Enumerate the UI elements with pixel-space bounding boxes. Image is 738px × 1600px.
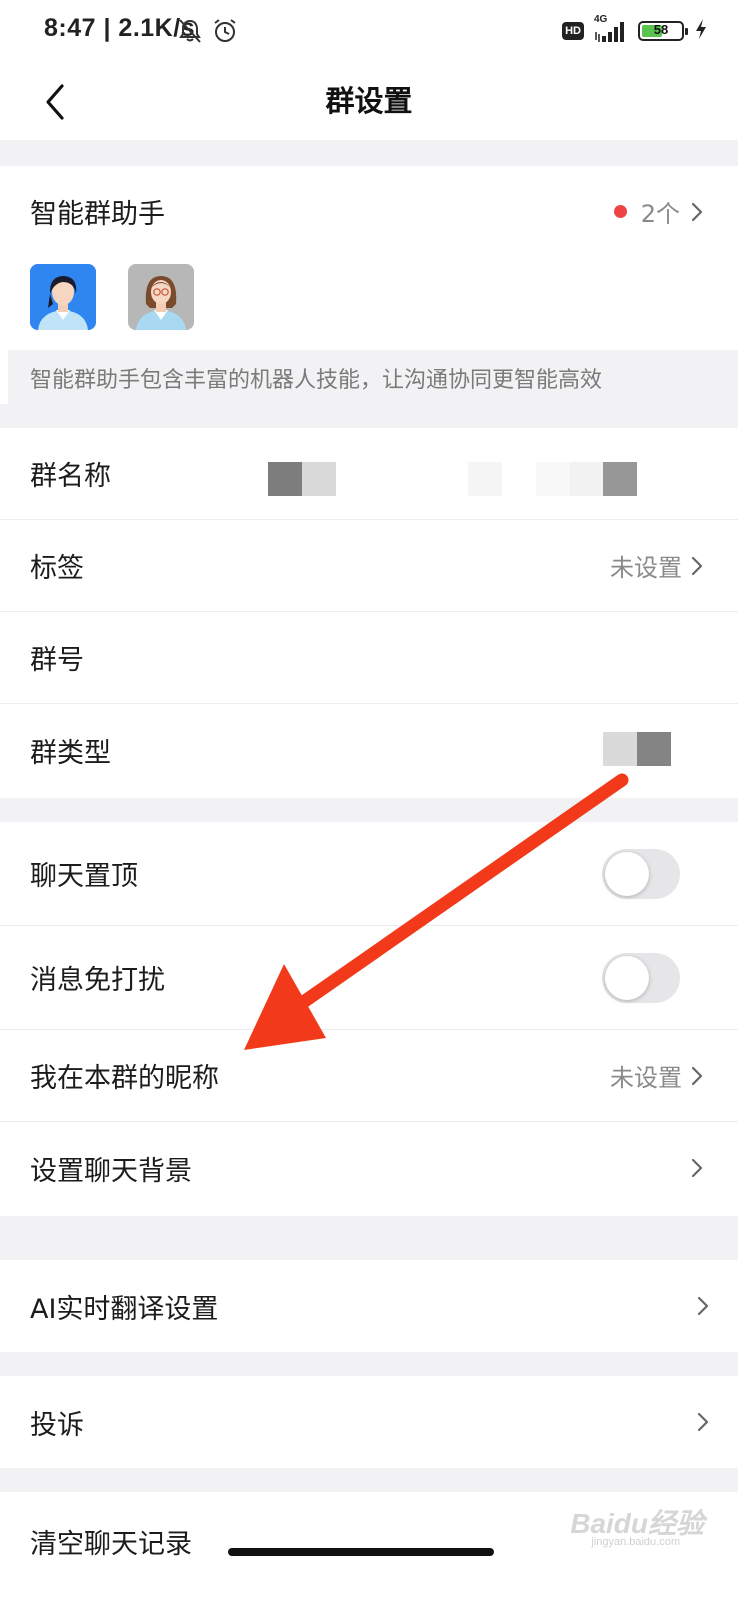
assistant-avatar-1[interactable]	[30, 264, 96, 330]
report-row[interactable]: 投诉	[0, 1376, 738, 1468]
redacted-block	[637, 732, 671, 766]
group-info-section: 群名称 标签 未设置 群号 群类型	[0, 428, 738, 798]
status-time: 8:47 | 2.1K/s	[44, 14, 196, 42]
redacted-block	[603, 462, 637, 496]
group-name-label: 群名称	[30, 461, 111, 492]
assistant-title: 智能群助手	[30, 199, 165, 230]
charging-icon	[694, 18, 708, 44]
tag-row[interactable]: 标签 未设置	[0, 520, 738, 612]
battery-level: 58	[653, 22, 669, 37]
group-type-row[interactable]: 群类型	[0, 704, 738, 796]
chevron-right-icon	[691, 556, 703, 575]
group-number-label: 群号	[30, 645, 84, 676]
nav-bar: 群设置	[0, 64, 738, 140]
toggle-knob	[605, 851, 649, 896]
mute-toggle[interactable]	[602, 952, 680, 1003]
nickname-row[interactable]: 我在本群的昵称 未设置	[0, 1030, 738, 1122]
notification-dot	[613, 205, 627, 218]
robot-avatar-icon	[128, 264, 194, 330]
translate-section: AI实时翻译设置	[0, 1260, 738, 1352]
group-number-row[interactable]: 群号	[0, 612, 738, 704]
clear-history-label: 清空聊天记录	[30, 1529, 192, 1560]
mute-row: 消息免打扰	[0, 926, 738, 1030]
chevron-right-icon	[691, 1158, 703, 1178]
nickname-value: 未设置	[610, 1064, 682, 1092]
group-type-label: 群类型	[30, 737, 111, 769]
redacted-block	[536, 462, 570, 496]
battery-icon: 58	[638, 21, 688, 41]
chevron-right-icon	[691, 1066, 703, 1085]
robot-avatar-icon	[30, 264, 96, 330]
mute-label: 消息免打扰	[30, 965, 165, 996]
redacted-block	[302, 462, 336, 496]
bell-muted-icon	[178, 18, 202, 48]
chevron-right-icon	[697, 1412, 709, 1432]
chat-background-row[interactable]: 设置聊天背景	[0, 1122, 738, 1214]
status-bar: 8:47 | 2.1K/s HD 4G 58	[0, 0, 738, 64]
pin-chat-toggle[interactable]	[602, 848, 680, 899]
chevron-right-icon	[691, 202, 703, 221]
nickname-label: 我在本群的昵称	[30, 1063, 219, 1094]
assistant-description-band: 智能群助手包含丰富的机器人技能，让沟通协同更智能高效	[8, 350, 738, 404]
chevron-right-icon	[697, 1296, 709, 1316]
hd-badge: HD	[562, 22, 584, 40]
tag-label: 标签	[30, 553, 84, 584]
assistant-count: 2个	[640, 200, 680, 228]
watermark-domain: jingyan.baidu.com	[591, 1536, 680, 1548]
ai-translate-row[interactable]: AI实时翻译设置	[0, 1260, 738, 1352]
pin-chat-row: 聊天置顶	[0, 822, 738, 926]
tag-value: 未设置	[610, 554, 682, 582]
assistant-avatar-2[interactable]	[128, 264, 194, 330]
redacted-block	[570, 462, 604, 496]
assistant-header[interactable]: 智能群助手 2个	[0, 166, 738, 254]
redacted-block	[468, 462, 502, 496]
redacted-block	[603, 732, 637, 766]
toggle-knob	[605, 955, 649, 1000]
home-indicator[interactable]	[228, 1548, 494, 1556]
alarm-icon	[212, 18, 238, 48]
assistant-description: 智能群助手包含丰富的机器人技能，让沟通协同更智能高效	[30, 368, 603, 393]
redacted-block	[268, 462, 302, 496]
report-label: 投诉	[30, 1409, 84, 1441]
ai-translate-label: AI实时翻译设置	[30, 1293, 219, 1325]
report-section: 投诉	[0, 1376, 738, 1468]
group-name-row[interactable]: 群名称	[0, 428, 738, 520]
signal-icon: 4G	[594, 14, 628, 44]
chat-background-label: 设置聊天背景	[30, 1155, 192, 1187]
chat-settings-section: 聊天置顶 消息免打扰 我在本群的昵称 未设置 设置聊天背景	[0, 822, 738, 1216]
page-title: 群设置	[325, 84, 413, 118]
pin-chat-label: 聊天置顶	[30, 861, 138, 892]
